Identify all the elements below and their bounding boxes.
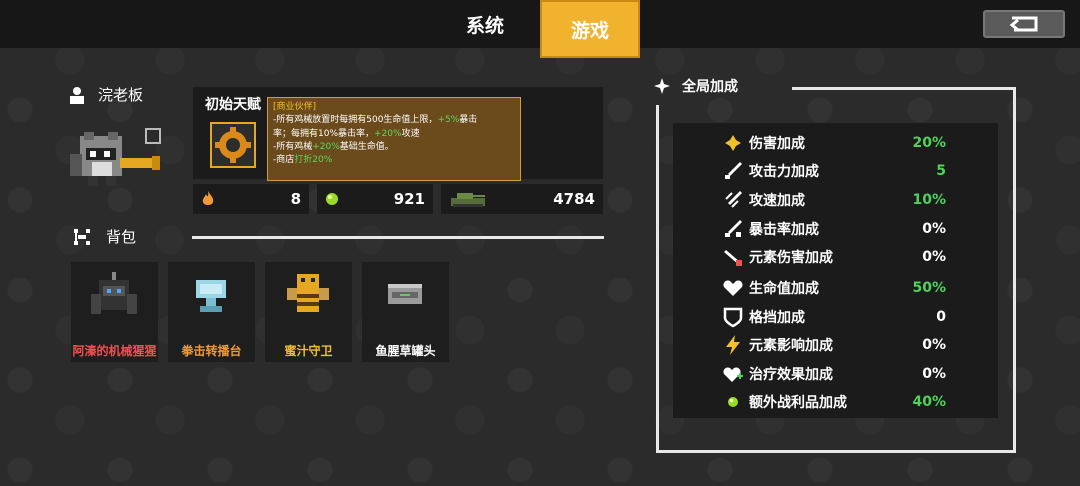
tank-icon [451,193,485,207]
backpack-icon [74,228,90,245]
crit-icon [725,220,742,237]
honey-bee-icon [287,274,329,312]
tooltip-header: [商业伙伴] [273,102,317,112]
stats-row: 8 921 4784 [193,184,603,214]
stat-fire-value: 8 [290,190,301,208]
global-bonus-header: 全局加成 [652,76,738,96]
bag-item-mech-gorilla[interactable]: 阿溱的机械猩猩 [71,262,158,362]
canned-food-icon [388,284,422,304]
bag-divider [192,236,604,239]
tooltip-line-2: 率；每拥有10%暴击率，+20%攻速 [273,128,420,139]
talent-title: 初始天赋 [205,97,261,113]
global-bonus-divider [792,87,1014,90]
tab-system[interactable]: 系统 [440,0,530,48]
sparkle-icon [654,78,670,94]
back-button[interactable] [983,10,1065,38]
talent-tooltip: [商业伙伴] -所有鸡械放置时每拥有500生命值上限，+5%暴击 率；每拥有10… [267,97,521,181]
heal-heart-icon [723,367,743,382]
inspect-icon[interactable] [145,128,161,144]
bonus-row-damage: 伤害加成 20% [722,132,952,154]
bag-header: 背包 [72,226,136,247]
bag-item-name: 蜜汁守卫 [284,344,333,358]
stat-tank-value: 4784 [553,190,595,208]
shield-icon [723,307,743,328]
bag-item-name: 阿溱的机械猩猩 [72,344,157,358]
mech-gorilla-icon [91,272,137,314]
bonus-row-crit: 暴击率加成 0% [722,218,952,240]
bag-item-fish-can[interactable]: 鱼腥草罐头 [362,262,449,362]
loot-orb-icon [728,397,738,407]
tab-game[interactable]: 游戏 [540,0,640,58]
damage-icon [725,135,741,151]
lightning-icon [726,335,740,355]
bonus-row-element-damage: 元素伤害加成 0% [722,246,952,268]
bonus-row-block: 格挡加成 0 [722,306,952,328]
bag-items: 阿溱的机械猩猩 拳击转播台 蜜汁守卫 鱼腥草罐头 [71,262,449,362]
sword-icon [725,162,742,179]
bag-item-honey-guard[interactable]: 蜜汁守卫 [265,262,352,362]
bonus-row-hp: 生命值加成 50% [722,277,952,299]
green-orb-icon [326,193,338,205]
bonus-row-element-effect: 元素影响加成 0% [722,334,952,356]
user-icon [70,86,84,104]
global-bonus-title: 全局加成 [682,79,738,95]
stat-tank: 4784 [441,184,603,214]
bag-title: 背包 [106,228,137,246]
bag-item-boxing-stage[interactable]: 拳击转播台 [168,262,255,362]
bonus-row-loot: 额外战利品加成 40% [722,391,952,413]
profile-name-text: 浣老板 [98,86,144,104]
bonus-row-attack: 攻击力加成 5 [722,160,952,182]
boxing-stage-icon [196,280,226,312]
bag-item-name: 拳击转播台 [181,344,242,358]
tooltip-line-1: -所有鸡械放置时每拥有500生命值上限，+5%暴击 [273,115,478,126]
bonus-row-heal: 治疗效果加成 0% [722,363,952,385]
element-damage-icon [724,250,742,266]
return-arrow-icon [1009,16,1038,32]
tooltip-line-3: -所有鸡械+20%基础生命值。 [273,141,394,152]
stat-orb: 921 [317,184,433,214]
profile-name: 浣老板 [68,84,143,105]
bag-item-name: 鱼腥草罐头 [375,344,436,358]
stat-fire: 8 [193,184,309,214]
attack-speed-icon [725,191,742,208]
tooltip-line-4: -商店打折20% [273,155,333,166]
gear-emblem-icon [215,127,251,163]
bonus-row-attack-speed: 攻速加成 10% [722,189,952,211]
talent-icon[interactable] [210,122,256,168]
stat-orb-value: 921 [393,190,425,208]
fire-icon [202,191,214,205]
heart-icon [723,280,743,296]
